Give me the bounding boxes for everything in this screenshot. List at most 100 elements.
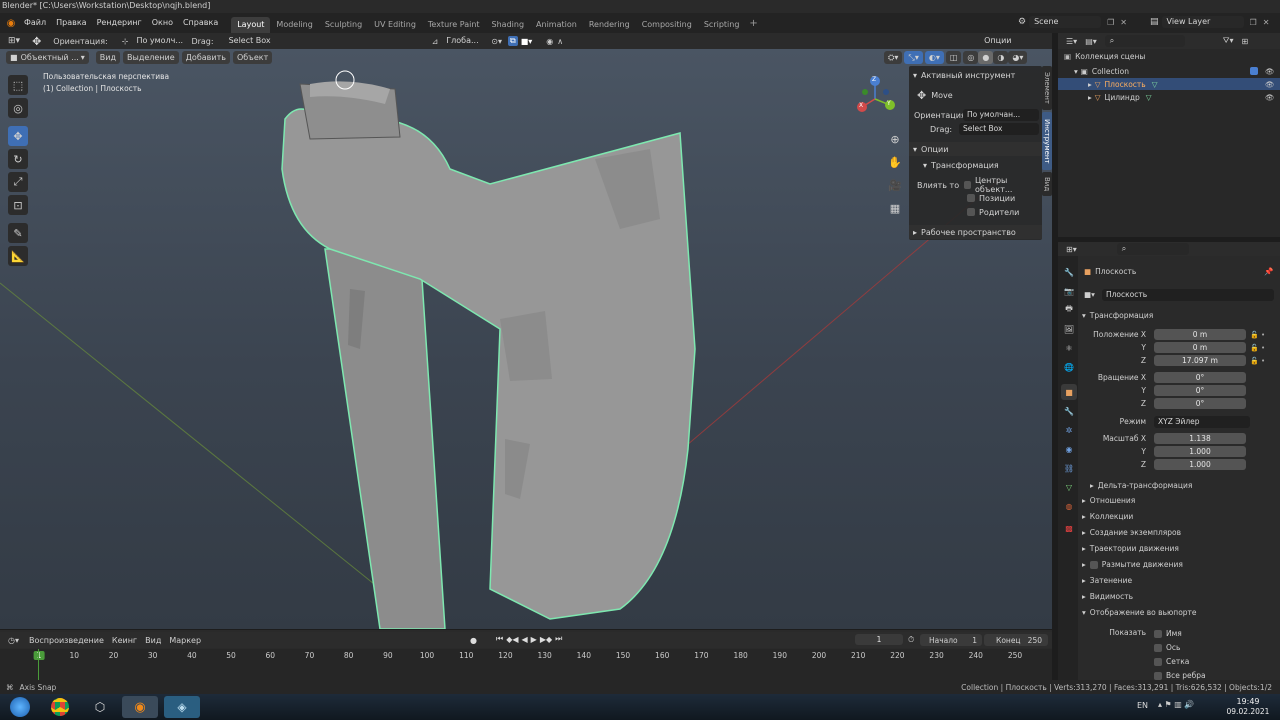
menu-item[interactable]: Справка: [178, 13, 223, 33]
annotate-tool-icon[interactable]: ✎: [8, 223, 28, 243]
viewport-menu-item[interactable]: Добавить: [181, 50, 230, 64]
scale-x-field[interactable]: 1.138: [1154, 433, 1246, 444]
outliner-search-input[interactable]: ⌕: [1104, 35, 1185, 47]
editor-type-icon[interactable]: ⊞▾: [8, 36, 20, 46]
workspace-tab[interactable]: UV Editing: [368, 17, 422, 33]
properties-editor-icon[interactable]: ⊞▾: [1066, 245, 1077, 254]
location-y-field[interactable]: 0 m: [1154, 342, 1246, 353]
workspace-tab[interactable]: Compositing: [636, 17, 698, 33]
rotation-mode-dropdown[interactable]: XYZ Эйлер: [1154, 416, 1250, 428]
scene-collection-row[interactable]: ▣ Коллекция сцены: [1064, 52, 1145, 61]
clock-date[interactable]: 09.02.2021: [1224, 707, 1272, 716]
navigation-gizmo[interactable]: Z X Y: [850, 74, 900, 124]
zoom-icon[interactable]: ⊕: [885, 129, 905, 149]
properties-search-input[interactable]: ⌕: [1116, 243, 1189, 255]
menu-item[interactable]: Правка: [51, 13, 91, 33]
orientation-dropdown[interactable]: По умолч...: [131, 35, 183, 47]
playhead[interactable]: [38, 649, 39, 680]
np-orientation-dropdown[interactable]: По умолчан...: [963, 109, 1039, 121]
move-tool-icon[interactable]: ✥: [32, 35, 41, 48]
menu-item[interactable]: Рендеринг: [92, 13, 147, 33]
overlay-toggle-icon[interactable]: ◐▾: [924, 51, 944, 64]
scene-selector[interactable]: ⚙ Scene ❐ ✕: [1018, 16, 1127, 28]
measure-tool-icon[interactable]: 📐: [8, 246, 28, 266]
property-section-header[interactable]: ▸ Создание экземпляров: [1058, 526, 1280, 539]
affect-checkbox[interactable]: [967, 208, 975, 216]
tab-view[interactable]: Вид: [1042, 172, 1052, 196]
drag-dropdown[interactable]: Select Box: [224, 35, 282, 47]
show-option[interactable]: Имя: [1154, 627, 1206, 641]
proportional-edit-icon[interactable]: ◉: [546, 37, 553, 46]
move-tool-icon[interactable]: ✥: [8, 126, 28, 146]
property-section-header[interactable]: ▸ Траектории движения: [1058, 542, 1280, 555]
scale-y-field[interactable]: 1.000: [1154, 446, 1246, 457]
snap-icon[interactable]: ⧉: [507, 36, 518, 46]
view-layer-icon[interactable]: 🖼: [1061, 321, 1077, 337]
outliner-row-plane[interactable]: ▸ ▽ Плоскость ▽ 👁: [1058, 78, 1280, 90]
location-z-field[interactable]: 17.097 m: [1154, 355, 1246, 366]
workspace-tab[interactable]: Scripting: [698, 17, 746, 33]
material-shading-icon[interactable]: ◑: [993, 51, 1009, 64]
scene-properties-icon[interactable]: ⚛: [1061, 340, 1077, 356]
world-properties-icon[interactable]: 🌐: [1061, 359, 1077, 375]
play-icon[interactable]: ▶: [531, 635, 537, 644]
lock-icon[interactable]: 🔓 •: [1250, 355, 1265, 368]
view-layer-selector[interactable]: ▤ View Layer ❐ ✕: [1150, 16, 1269, 28]
property-section-header[interactable]: ▸ Размытие движения: [1058, 558, 1280, 571]
workspace-header[interactable]: ▸ Рабочее пространство: [909, 225, 1042, 239]
add-workspace-icon[interactable]: +: [749, 18, 757, 29]
view-layer-close-icon[interactable]: ✕: [1263, 18, 1270, 27]
scale-tool-icon[interactable]: ⤢: [8, 172, 28, 192]
tab-tool[interactable]: Инструмент: [1042, 112, 1052, 170]
outliner-editor-icon[interactable]: ☰▾: [1066, 37, 1077, 46]
start-button[interactable]: [2, 696, 38, 718]
blender-logo-icon[interactable]: ◉: [3, 13, 19, 33]
current-frame-field[interactable]: 1: [855, 634, 903, 645]
end-frame-field[interactable]: Конец 250: [984, 634, 1048, 646]
object-type-icon[interactable]: ■▾: [1084, 290, 1095, 299]
display-mode-icon[interactable]: ▤▾: [1085, 37, 1097, 46]
rotate-tool-icon[interactable]: ↻: [8, 149, 28, 169]
next-keyframe-icon[interactable]: ▶◆: [540, 635, 552, 644]
eye-icon[interactable]: 👁: [1265, 80, 1275, 89]
tab-item[interactable]: Элемент: [1042, 66, 1052, 110]
transform-section-header[interactable]: ▾ Трансформация: [1058, 309, 1280, 322]
object-name-field[interactable]: Плоскость: [1102, 289, 1274, 301]
affect-checkbox[interactable]: [963, 181, 971, 189]
rendered-shading-icon[interactable]: ◕▾: [1008, 51, 1028, 64]
workspace-tab[interactable]: Sculpting: [319, 17, 368, 33]
chrome-taskbar-icon[interactable]: [42, 696, 78, 718]
eye-icon[interactable]: 👁: [1265, 67, 1275, 76]
filter-icon[interactable]: ⛛▾: [1223, 36, 1234, 46]
pin-icon[interactable]: 📌: [1264, 267, 1273, 276]
rotation-x-field[interactable]: 0°: [1154, 372, 1246, 383]
workspace-tab[interactable]: Animation: [530, 17, 583, 33]
property-section-header[interactable]: ▸ Видимость: [1058, 590, 1280, 603]
record-icon[interactable]: ●: [470, 636, 477, 645]
new-collection-icon[interactable]: ⊞: [1242, 37, 1249, 46]
view-layer-name[interactable]: View Layer: [1161, 16, 1244, 28]
select-box-tool-icon[interactable]: ⬚: [8, 75, 28, 95]
property-section-header[interactable]: ▸ Коллекции: [1058, 510, 1280, 523]
scene-name[interactable]: Scene: [1029, 16, 1102, 28]
menu-item[interactable]: Файл: [19, 13, 51, 33]
jump-end-icon[interactable]: ⏭: [555, 634, 562, 644]
modifier-properties-icon[interactable]: 🔧: [1061, 403, 1077, 419]
object-properties-icon[interactable]: ■: [1061, 384, 1077, 400]
active-tool-row[interactable]: ✥ Move: [909, 88, 1042, 102]
menu-item[interactable]: Окно: [147, 13, 178, 33]
property-section-header[interactable]: ▸ Затенение: [1058, 574, 1280, 587]
rotation-y-field[interactable]: 0°: [1154, 385, 1246, 396]
xray-icon[interactable]: ◫: [945, 51, 962, 64]
affect-checkbox[interactable]: [967, 194, 975, 202]
property-section-header[interactable]: ▸ Отношения: [1058, 494, 1280, 507]
timeline-menu-item[interactable]: Вид: [141, 634, 165, 647]
blender-taskbar-icon[interactable]: ◉: [122, 696, 158, 718]
solid-shading-icon[interactable]: ●: [978, 51, 994, 64]
wireframe-shading-icon[interactable]: ◎: [963, 51, 979, 64]
eye-icon[interactable]: 👁: [1265, 93, 1275, 102]
view-layer-copy-icon[interactable]: ❐: [1250, 18, 1257, 27]
camera-icon[interactable]: 🎥: [885, 175, 905, 195]
show-option[interactable]: Сетка: [1154, 655, 1206, 669]
lock-icon[interactable]: 🔓 •: [1250, 329, 1265, 342]
